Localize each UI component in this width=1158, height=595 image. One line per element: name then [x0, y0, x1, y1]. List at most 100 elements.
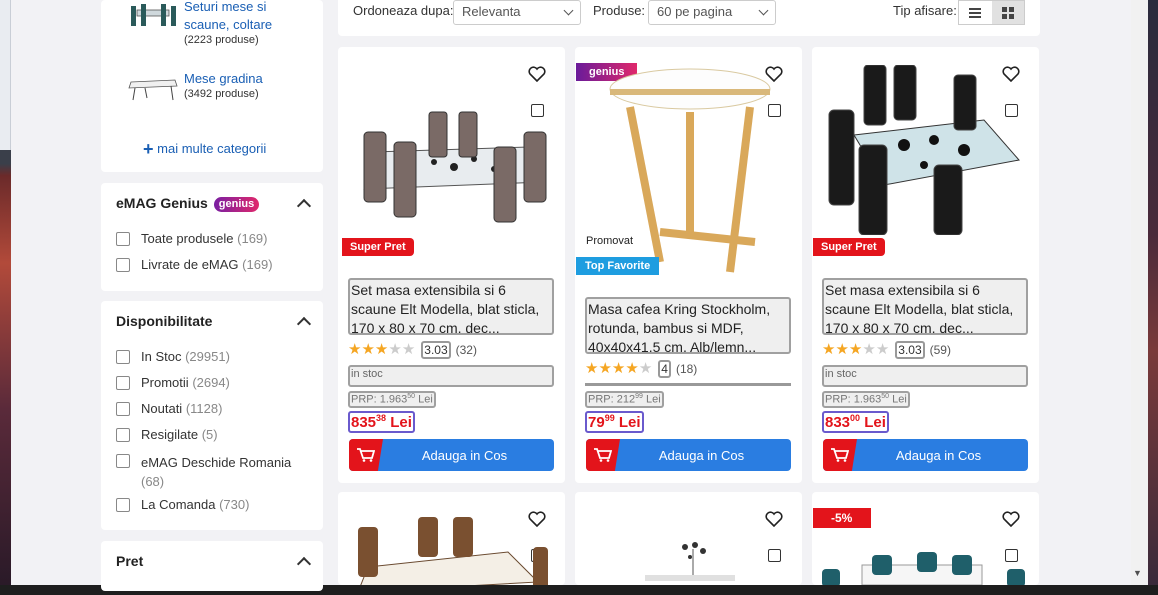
scroll-down-arrow-icon[interactable]: ▼ — [1133, 568, 1142, 578]
product-card[interactable]: -5% — [812, 492, 1039, 585]
chevron-up-icon[interactable] — [296, 316, 312, 332]
prp-value: PRP: 212 — [588, 393, 636, 406]
product-card[interactable] — [338, 492, 565, 585]
product-image[interactable] — [348, 512, 548, 585]
filter-option[interactable]: La Comanda (730) — [116, 497, 249, 512]
product-card[interactable]: Super Pret Set masa extensibila si 6 sca… — [338, 47, 565, 483]
super-pret-badge: Super Pret — [342, 238, 414, 256]
star-icon: ★ — [374, 341, 389, 358]
prp-value: PRP: 1.963 — [351, 393, 408, 406]
filter-option[interactable]: Livrate de eMAG (169) — [116, 257, 273, 272]
heart-icon[interactable] — [1002, 511, 1020, 527]
price-currency: Lei — [864, 414, 886, 431]
price-decimals: 00 — [850, 413, 861, 423]
category-name[interactable]: Seturi mese si — [184, 0, 272, 16]
checkbox[interactable] — [116, 258, 130, 272]
category-name[interactable]: Mese gradina — [184, 70, 263, 88]
rating[interactable]: ★ ★ ★ ★ ★ 3.03 (32) — [348, 341, 477, 359]
star-icon: ★ — [835, 341, 849, 358]
product-image[interactable] — [344, 107, 559, 232]
genius-badge: genius — [213, 197, 260, 212]
category-count: (3492 produse) — [184, 88, 259, 100]
heart-icon[interactable] — [528, 66, 546, 82]
grid-view-button[interactable] — [991, 1, 1024, 24]
review-count: (32) — [455, 343, 477, 357]
price-decimals: 38 — [376, 413, 387, 423]
prp-price: PRP: 21299 Lei — [585, 391, 664, 408]
prp-decimals: 50 — [881, 393, 890, 400]
checkbox[interactable] — [116, 350, 130, 364]
stock-status: in stoc — [822, 365, 1028, 387]
rating[interactable]: ★ ★ ★ ★ ★ 4 (18) — [585, 360, 697, 378]
chevron-up-icon[interactable] — [296, 198, 312, 214]
star-icon: ★ — [848, 341, 863, 358]
star-icon: ★ — [598, 360, 612, 377]
product-title[interactable]: Set masa extensibila si 6 scaune Elt Mod… — [822, 278, 1028, 335]
checkbox[interactable] — [116, 376, 130, 390]
rating-value: 3.03 — [421, 341, 451, 359]
filter-option[interactable]: Noutati (1128) — [116, 401, 222, 416]
category-count: (2223 produse) — [184, 34, 259, 46]
more-categories-link[interactable]: + mai multe categorii — [143, 139, 266, 160]
product-title[interactable]: Masa cafea Kring Stockholm, rotunda, bam… — [585, 297, 791, 354]
add-to-cart-button[interactable]: Adauga in Cos — [586, 439, 791, 471]
rating-value: 3.03 — [895, 341, 925, 359]
checkbox[interactable] — [116, 498, 130, 512]
top-favorite-badge: Top Favorite — [576, 257, 660, 275]
product-title[interactable]: Set masa extensibila si 6 scaune Elt Mod… — [348, 278, 554, 335]
filter-title[interactable]: Pret — [116, 553, 143, 569]
prp-currency: Lei — [892, 393, 907, 406]
plus-icon: + — [143, 139, 154, 159]
grid-view-icon — [1001, 6, 1014, 19]
filter-option[interactable]: eMAG Deschide Romania (68) — [116, 453, 316, 491]
checkbox[interactable] — [116, 232, 130, 246]
category-name-line2[interactable]: scaune, coltare — [184, 16, 272, 34]
review-count: (59) — [929, 343, 951, 357]
price-currency: Lei — [390, 414, 412, 431]
rating-value: 4 — [658, 360, 671, 378]
stock-status: in stoc — [348, 365, 554, 387]
checkbox[interactable] — [116, 454, 130, 468]
heart-icon[interactable] — [765, 511, 783, 527]
per-page-select[interactable]: 60 pe pagina — [648, 0, 776, 25]
price-integer: 79 — [588, 414, 605, 431]
filter-title[interactable]: eMAG Genius genius — [116, 195, 260, 212]
star-icon: ★ — [361, 341, 375, 358]
sort-select[interactable]: Relevanta — [453, 0, 581, 25]
categories-panel: Seturi mese si scaune, coltare (2223 pro… — [101, 0, 323, 172]
checkbox[interactable] — [116, 428, 130, 442]
filter-option-count: (29951) — [185, 349, 230, 364]
star-icon: ★ — [625, 360, 639, 377]
chevron-up-icon[interactable] — [296, 556, 312, 572]
product-image[interactable] — [645, 537, 735, 585]
add-to-cart-button[interactable]: Adauga in Cos — [349, 439, 554, 471]
filter-title[interactable]: Disponibilitate — [116, 313, 212, 329]
filter-option-count: (68) — [141, 474, 165, 489]
add-to-cart-button[interactable]: Adauga in Cos — [823, 439, 1028, 471]
prp-decimals: 50 — [407, 393, 416, 400]
prp-price: PRP: 1.96350 Lei — [348, 391, 436, 408]
filter-option-count: (730) — [219, 497, 250, 512]
category-item-seturi[interactable]: Seturi mese si scaune, coltare (2223 pro… — [127, 0, 272, 46]
price-filter-panel: Pret — [101, 541, 323, 591]
product-card[interactable]: genius Promovat Top Favorite Masa cafea … — [575, 47, 802, 483]
checkbox[interactable] — [116, 402, 130, 416]
prp-currency: Lei — [418, 393, 433, 406]
compare-checkbox[interactable] — [768, 549, 781, 562]
list-view-button[interactable] — [959, 1, 992, 24]
product-image[interactable] — [817, 547, 1032, 585]
garden-table-thumbnail-icon — [128, 79, 178, 101]
filter-option[interactable]: Promotii (2694) — [116, 375, 230, 390]
product-card[interactable] — [575, 492, 802, 585]
product-image[interactable] — [824, 65, 1029, 235]
filter-option-label: eMAG Deschide Romania — [141, 455, 292, 470]
filter-option[interactable]: In Stoc (29951) — [116, 349, 230, 364]
rating[interactable]: ★ ★ ★ ★ ★ 3.03 (59) — [822, 341, 951, 359]
filter-option-count: (169) — [242, 257, 273, 272]
filter-option[interactable]: Resigilate (5) — [116, 427, 218, 442]
category-item-mese-gradina[interactable]: Mese gradina (3492 produse) — [127, 70, 263, 104]
product-card[interactable]: Super Pret Set masa extensibila si 6 sca… — [812, 47, 1039, 483]
filter-option[interactable]: Toate produsele (169) — [116, 231, 268, 246]
star-icon: ★ — [862, 341, 876, 358]
page-scrollbar[interactable] — [1131, 0, 1148, 585]
